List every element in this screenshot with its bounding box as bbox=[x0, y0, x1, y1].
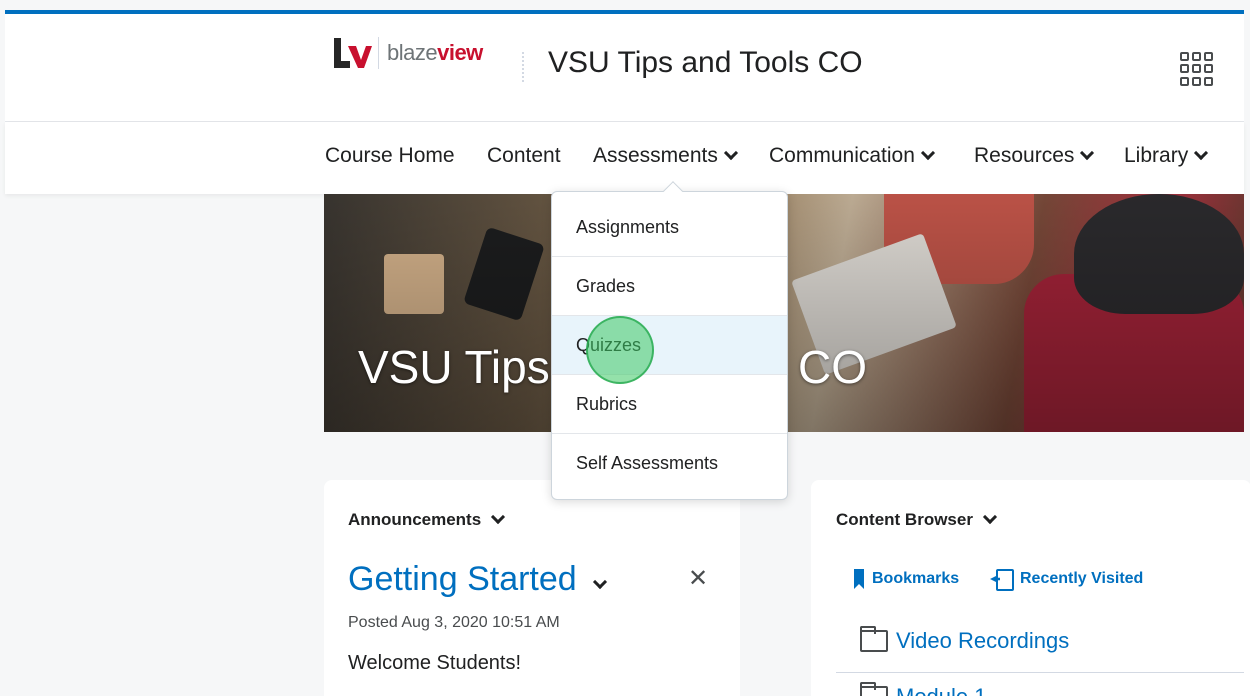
menu-item-self-assessments[interactable]: Self Assessments bbox=[552, 434, 787, 493]
widget-title-label: Announcements bbox=[348, 510, 482, 529]
menu-item-grades[interactable]: Grades bbox=[552, 257, 787, 316]
banner-title-right: CO bbox=[798, 341, 867, 393]
menu-item-rubrics[interactable]: Rubrics bbox=[552, 375, 787, 434]
announcement-body: Welcome Students! bbox=[348, 652, 522, 674]
nav-label: Communication bbox=[769, 144, 915, 167]
folder-label: Video Recordings bbox=[896, 628, 1070, 653]
logo-text-bold: view bbox=[437, 40, 483, 65]
announcement-posted-date: Posted Aug 3, 2020 10:51 AM bbox=[348, 614, 560, 631]
chevron-down-icon bbox=[920, 145, 935, 161]
content-browser-widget-title[interactable]: Content Browser bbox=[836, 509, 998, 530]
announcement-title-label: Getting Started bbox=[348, 560, 577, 598]
chevron-down-icon bbox=[1194, 145, 1209, 161]
announcement-title[interactable]: Getting Started bbox=[348, 560, 607, 599]
logo-text-plain: blaze bbox=[387, 40, 438, 65]
nav-content[interactable]: Content bbox=[487, 144, 561, 168]
chevron-down-icon[interactable] bbox=[592, 574, 607, 589]
header-divider bbox=[522, 52, 525, 82]
nav-library[interactable]: Library bbox=[1124, 144, 1209, 168]
bookmark-icon bbox=[854, 569, 864, 589]
chevron-down-icon bbox=[491, 509, 506, 525]
logo-text: blazeview bbox=[387, 40, 483, 66]
close-icon[interactable]: ✕ bbox=[688, 564, 708, 593]
widget-title-label: Content Browser bbox=[836, 510, 973, 529]
chevron-down-icon bbox=[723, 145, 738, 161]
nav-assessments[interactable]: Assessments bbox=[593, 144, 738, 168]
logo[interactable]: blazeview bbox=[332, 36, 483, 70]
bookmarks-label: Bookmarks bbox=[872, 570, 960, 587]
folder-label: Module 1 bbox=[896, 684, 987, 696]
nav-label: Resources bbox=[974, 144, 1075, 167]
chevron-down-icon bbox=[1080, 145, 1095, 161]
recently-visited-link[interactable]: Recently Visited bbox=[990, 569, 1144, 591]
recently-visited-icon bbox=[990, 569, 1014, 591]
nav-label: Content bbox=[487, 144, 561, 167]
grid-menu-icon[interactable] bbox=[1180, 52, 1214, 86]
blazeview-logo-icon bbox=[332, 36, 372, 70]
nav-course-home[interactable]: Course Home bbox=[325, 144, 455, 168]
nav-label: Assessments bbox=[593, 144, 718, 167]
folder-icon bbox=[860, 626, 888, 652]
banner-title: VSU Tips CO bbox=[358, 340, 867, 394]
course-title[interactable]: VSU Tips and Tools CO bbox=[548, 46, 863, 80]
folder-item[interactable]: Video Recordings bbox=[860, 626, 1070, 654]
folder-item[interactable]: Module 1 bbox=[860, 682, 987, 696]
banner-title-left: VSU Tips bbox=[358, 341, 550, 393]
announcements-widget-title[interactable]: Announcements bbox=[348, 509, 506, 530]
list-divider bbox=[836, 672, 1244, 673]
click-indicator bbox=[586, 316, 654, 384]
nav-label: Library bbox=[1124, 144, 1189, 167]
logo-separator bbox=[378, 37, 379, 69]
chevron-down-icon bbox=[982, 509, 998, 525]
folder-icon bbox=[860, 682, 888, 696]
bookmarks-link[interactable]: Bookmarks bbox=[854, 569, 959, 589]
nav-resources[interactable]: Resources bbox=[974, 144, 1095, 168]
nav-label: Course Home bbox=[325, 144, 455, 167]
nav-communication[interactable]: Communication bbox=[769, 144, 935, 168]
recently-visited-label: Recently Visited bbox=[1020, 570, 1144, 587]
menu-item-assignments[interactable]: Assignments bbox=[552, 198, 787, 257]
